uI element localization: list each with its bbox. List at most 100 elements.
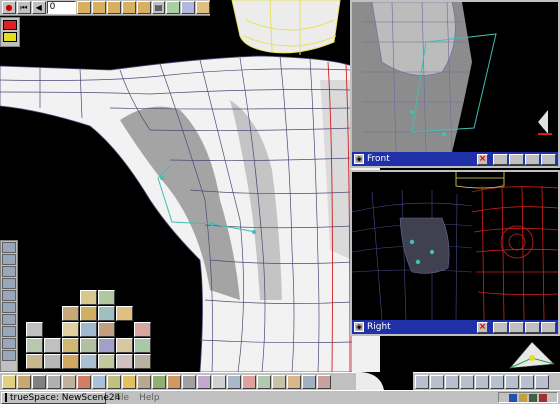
view-tool-2[interactable]: [509, 321, 524, 333]
right-viewport-title-bar[interactable]: ◉ Right ×: [352, 320, 558, 334]
timeline-button[interactable]: ▤: [151, 1, 166, 14]
tool-u[interactable]: [302, 374, 316, 389]
tray-icon-1[interactable]: [509, 393, 517, 402]
tool-p[interactable]: [227, 374, 241, 389]
prim-12[interactable]: [26, 338, 43, 353]
close-icon[interactable]: ×: [477, 153, 488, 165]
tool-3[interactable]: [2, 266, 16, 277]
prim-19[interactable]: [26, 354, 43, 369]
tool-9[interactable]: [2, 338, 16, 349]
prim-3[interactable]: [62, 306, 79, 321]
key-button-4[interactable]: [121, 1, 136, 14]
prim-17[interactable]: [116, 338, 133, 353]
tool-i[interactable]: [122, 374, 136, 389]
tool-f[interactable]: [77, 374, 91, 389]
record-button[interactable]: ●: [2, 1, 16, 14]
tool-g[interactable]: [92, 374, 106, 389]
tool-m[interactable]: [182, 374, 196, 389]
tool-5[interactable]: [2, 290, 16, 301]
tool-t[interactable]: [287, 374, 301, 389]
prim-15[interactable]: [80, 338, 97, 353]
key-button-2[interactable]: [92, 1, 106, 14]
prim-16[interactable]: [98, 338, 115, 353]
tool-h[interactable]: [107, 374, 121, 389]
tool-s[interactable]: [272, 374, 286, 389]
path-button[interactable]: [166, 1, 181, 14]
scene-button[interactable]: [196, 1, 210, 14]
view-tool-4[interactable]: [541, 321, 556, 333]
prim-11[interactable]: [134, 322, 151, 337]
prim-25[interactable]: [134, 354, 151, 369]
view-tool-2[interactable]: [509, 153, 524, 165]
menu-file[interactable]: File: [114, 393, 129, 403]
prim-8[interactable]: [62, 322, 79, 337]
tool-j[interactable]: [137, 374, 151, 389]
view-tool-3[interactable]: [525, 153, 540, 165]
rewind-button[interactable]: ⏮: [16, 1, 31, 14]
key-button-3[interactable]: [106, 1, 121, 14]
tool-d[interactable]: [47, 374, 61, 389]
prim-6[interactable]: [116, 306, 133, 321]
tool-8[interactable]: [2, 326, 16, 337]
key-button-5[interactable]: [136, 1, 151, 14]
tool-b[interactable]: [17, 374, 31, 389]
tool-10[interactable]: [2, 350, 16, 361]
frame-field[interactable]: 0: [46, 1, 77, 14]
front-viewport[interactable]: ◉ Front ×: [350, 0, 560, 168]
tool-e[interactable]: [62, 374, 76, 389]
play-back-button[interactable]: ◀: [31, 1, 46, 14]
tool-l[interactable]: [167, 374, 181, 389]
prim-7[interactable]: [26, 322, 43, 337]
view-tool-c[interactable]: [445, 374, 459, 389]
tool-7[interactable]: [2, 314, 16, 325]
tool-2[interactable]: [2, 254, 16, 265]
view-tool-i[interactable]: [535, 374, 549, 389]
prim-1[interactable]: [80, 290, 97, 305]
prim-13[interactable]: [44, 338, 61, 353]
tool-v[interactable]: [317, 374, 331, 389]
tool-4[interactable]: [2, 278, 16, 289]
render-button[interactable]: [181, 1, 196, 14]
tool-k[interactable]: [152, 374, 166, 389]
view-tool-g[interactable]: [505, 374, 519, 389]
view-tool-4[interactable]: [541, 153, 556, 165]
view-tool-1[interactable]: [493, 153, 508, 165]
tray-icon-2[interactable]: [519, 393, 527, 402]
prim-5[interactable]: [98, 306, 115, 321]
taskbar-app-button[interactable]: trueSpace: NewScene24: [1, 391, 120, 404]
view-tool-1[interactable]: [493, 321, 508, 333]
tool-a[interactable]: [2, 374, 16, 389]
prim-10[interactable]: [98, 322, 115, 337]
prim-4[interactable]: [80, 306, 97, 321]
camera-icon[interactable]: ◉: [354, 154, 364, 164]
view-tool-d[interactable]: [460, 374, 474, 389]
prim-22[interactable]: [80, 354, 97, 369]
view-tool-h[interactable]: [520, 374, 534, 389]
front-viewport-title-bar[interactable]: ◉ Front ×: [352, 152, 558, 166]
tool-o[interactable]: [212, 374, 226, 389]
menu-help[interactable]: Help: [139, 393, 160, 403]
view-tool-f[interactable]: [490, 374, 504, 389]
prim-18[interactable]: [134, 338, 151, 353]
tray-icon-4[interactable]: [539, 393, 547, 402]
prim-20[interactable]: [44, 354, 61, 369]
prim-2[interactable]: [98, 290, 115, 305]
view-tool-e[interactable]: [475, 374, 489, 389]
tray-icon-3[interactable]: [529, 393, 537, 402]
view-tool-3[interactable]: [525, 321, 540, 333]
tool-n[interactable]: [197, 374, 211, 389]
navigation-widget[interactable]: [506, 338, 558, 372]
camera-icon[interactable]: ◉: [354, 322, 364, 332]
tool-1[interactable]: [2, 242, 16, 253]
close-icon[interactable]: ×: [477, 321, 488, 333]
tool-6[interactable]: [2, 302, 16, 313]
prim-23[interactable]: [98, 354, 115, 369]
tool-c[interactable]: [32, 374, 46, 389]
tool-q[interactable]: [242, 374, 256, 389]
tool-r[interactable]: [257, 374, 271, 389]
key-button-1[interactable]: [77, 1, 92, 14]
prim-9[interactable]: [80, 322, 97, 337]
view-tool-a[interactable]: [415, 374, 429, 389]
prim-24[interactable]: [116, 354, 133, 369]
prim-21[interactable]: [62, 354, 79, 369]
